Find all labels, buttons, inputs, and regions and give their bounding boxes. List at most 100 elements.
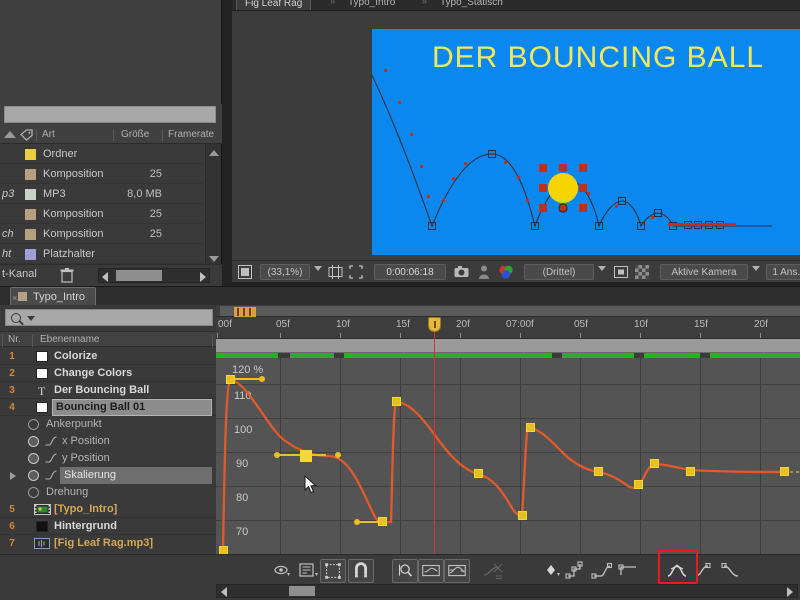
keyframe[interactable] <box>634 480 643 489</box>
property-name[interactable]: x Position <box>62 433 110 450</box>
keyframe[interactable] <box>780 467 789 476</box>
keyframe[interactable] <box>686 467 695 476</box>
project-column-header[interactable]: Art Größe Framerate <box>0 126 222 144</box>
timeline-layer-row-selected[interactable]: 4 Bouncing Ball 01 <box>0 399 216 416</box>
graph-editor-curve-icon[interactable] <box>45 436 57 446</box>
graph-editor-curve-icon[interactable] <box>45 470 57 480</box>
playhead-marker[interactable] <box>428 317 441 332</box>
layer-name[interactable]: Change Colors <box>54 365 132 382</box>
region-of-interest-toggle-icon[interactable] <box>614 265 628 279</box>
composition-canvas[interactable]: DER BOUNCING BALL <box>372 29 800 255</box>
timeline-horizontal-scrollbar[interactable] <box>216 584 798 598</box>
tab-close-icon[interactable]: × <box>12 289 17 307</box>
timeline-layer-row[interactable]: 6 Hintergrund <box>0 518 216 535</box>
zoom-dropdown-icon[interactable] <box>314 266 322 271</box>
project-row[interactable]: Ordner <box>0 145 206 164</box>
timeline-property-row-selected[interactable]: Skalierung <box>0 467 216 484</box>
bezier-handle-line[interactable] <box>234 378 260 380</box>
views-select[interactable]: 1 Ans... <box>766 264 800 280</box>
keyframe[interactable] <box>526 423 535 432</box>
comp-timecode[interactable]: 0:00:06:18 <box>374 264 446 280</box>
keyframe-auto-bezier-icon[interactable] <box>616 559 642 583</box>
timeline-search-input[interactable] <box>5 309 213 326</box>
selection-handles[interactable] <box>538 163 588 213</box>
project-item-name[interactable]: Komposition <box>43 165 104 184</box>
layer-name[interactable]: Bouncing Ball 01 <box>52 399 212 416</box>
stopwatch-icon[interactable] <box>28 487 39 498</box>
comp-region-of-interest-icon[interactable] <box>349 265 363 279</box>
timeline-col-ebenenname[interactable]: Ebenenname <box>40 332 100 348</box>
comp-tab-typo-statisch[interactable]: Typo_Statisch <box>432 0 511 11</box>
hscroll-thumb[interactable] <box>289 586 315 596</box>
show-properties-eye-icon[interactable] <box>270 559 296 583</box>
edit-selected-keyframe-icon[interactable] <box>538 559 564 583</box>
project-col-framerate[interactable]: Framerate <box>168 126 214 144</box>
timeline-tab-typo-intro[interactable]: × Typo_Intro <box>10 287 96 305</box>
channel-rgb-icon[interactable] <box>498 265 514 279</box>
stopwatch-icon[interactable] <box>28 436 39 447</box>
resolution-dropdown-icon[interactable] <box>598 266 606 271</box>
project-row[interactable]: Komposition 25 <box>0 165 206 184</box>
layer-name[interactable]: [Fig Leaf Rag.mp3] <box>54 535 153 552</box>
project-item-name[interactable]: MP3 <box>43 185 66 204</box>
project-col-art[interactable]: Art <box>42 126 55 144</box>
keyframe[interactable] <box>650 459 659 468</box>
work-area-bar[interactable] <box>216 305 800 317</box>
bezier-handle-dot[interactable] <box>259 376 265 382</box>
property-name[interactable]: Skalierung <box>60 467 212 484</box>
comp-always-preview-icon[interactable] <box>238 265 252 279</box>
expand-triangle-icon[interactable] <box>10 472 16 480</box>
resolution-select[interactable]: (Drittel) <box>524 264 594 280</box>
property-name[interactable]: Drehung <box>46 484 88 501</box>
work-area-handle[interactable] <box>234 307 256 317</box>
timeline-col-nr[interactable]: Nr. <box>8 332 21 348</box>
keyframe[interactable] <box>474 469 483 478</box>
search-dropdown-icon[interactable] <box>27 316 35 321</box>
timeline-layer-row[interactable]: 3 T Der Bouncing Ball <box>0 382 216 399</box>
scroll-down-arrow-icon[interactable] <box>209 256 219 262</box>
project-row[interactable]: ch Komposition 25 <box>0 225 206 244</box>
time-ruler[interactable]: 00f 05f 10f 15f 20f 07:00f 05f 10f 15f 2… <box>216 317 800 339</box>
hscroll-right-arrow-icon[interactable] <box>200 272 206 282</box>
project-row[interactable]: Komposition 25 <box>0 205 206 224</box>
fit-all-to-view-icon[interactable] <box>444 559 470 583</box>
auto-zoom-graph-icon[interactable] <box>392 559 418 583</box>
stopwatch-icon[interactable] <box>28 470 39 481</box>
zoom-level-select[interactable]: (33,1%) <box>260 264 310 280</box>
project-vertical-scrollbar[interactable] <box>205 144 221 268</box>
comp-tab-strip[interactable]: Fig Leaf Rag » Typo_Intro » Typo_Statisc… <box>232 0 800 11</box>
timeline-property-row[interactable]: x Position <box>0 433 216 450</box>
snap-magnet-icon[interactable] <box>348 559 374 583</box>
camera-view-select[interactable]: Aktive Kamera <box>660 264 748 280</box>
left-panel-field[interactable] <box>4 106 216 123</box>
transparency-grid-icon[interactable] <box>635 265 649 279</box>
timeline-nav-bar[interactable] <box>216 339 800 353</box>
timeline-layer-row[interactable]: 5 [Typo_Intro] <box>0 501 216 518</box>
project-horizontal-scrollbar[interactable] <box>98 268 210 283</box>
property-name[interactable]: y Position <box>62 450 110 467</box>
timeline-layer-row[interactable]: 1 Colorize <box>0 348 216 365</box>
label-tag-icon[interactable] <box>20 129 33 141</box>
project-item-name[interactable]: Ordner <box>43 145 77 164</box>
property-name[interactable]: Ankerpunkt <box>46 416 102 433</box>
timeline-property-row[interactable]: y Position <box>0 450 216 467</box>
layer-name[interactable]: Colorize <box>54 348 97 365</box>
sort-caret-icon[interactable] <box>4 131 16 138</box>
comp-grid-guides-icon[interactable] <box>328 265 343 279</box>
playhead-line[interactable] <box>434 317 435 570</box>
layer-name[interactable]: Der Bouncing Ball <box>54 382 149 399</box>
project-item-name[interactable]: Komposition <box>43 205 104 224</box>
layer-name[interactable]: Hintergrund <box>54 518 117 535</box>
easy-ease-out-icon[interactable] <box>718 559 744 583</box>
project-item-name[interactable]: Komposition <box>43 225 104 244</box>
snapshot-camera-icon[interactable] <box>454 265 469 279</box>
project-item-name[interactable]: Platzhalter <box>43 245 95 264</box>
project-row[interactable]: p3 MP3 8,0 MB <box>0 185 206 204</box>
bezier-handle-dot[interactable] <box>274 452 280 458</box>
project-col-groesse[interactable]: Größe <box>121 126 149 144</box>
camera-dropdown-icon[interactable] <box>752 266 760 271</box>
comp-tab-fig-leaf-rag[interactable]: Fig Leaf Rag <box>236 0 311 11</box>
timeline-property-row[interactable]: Drehung <box>0 484 216 501</box>
timeline-layer-row[interactable]: 7 [Fig Leaf Rag.mp3] <box>0 535 216 552</box>
fit-selection-to-view-icon[interactable] <box>418 559 444 583</box>
